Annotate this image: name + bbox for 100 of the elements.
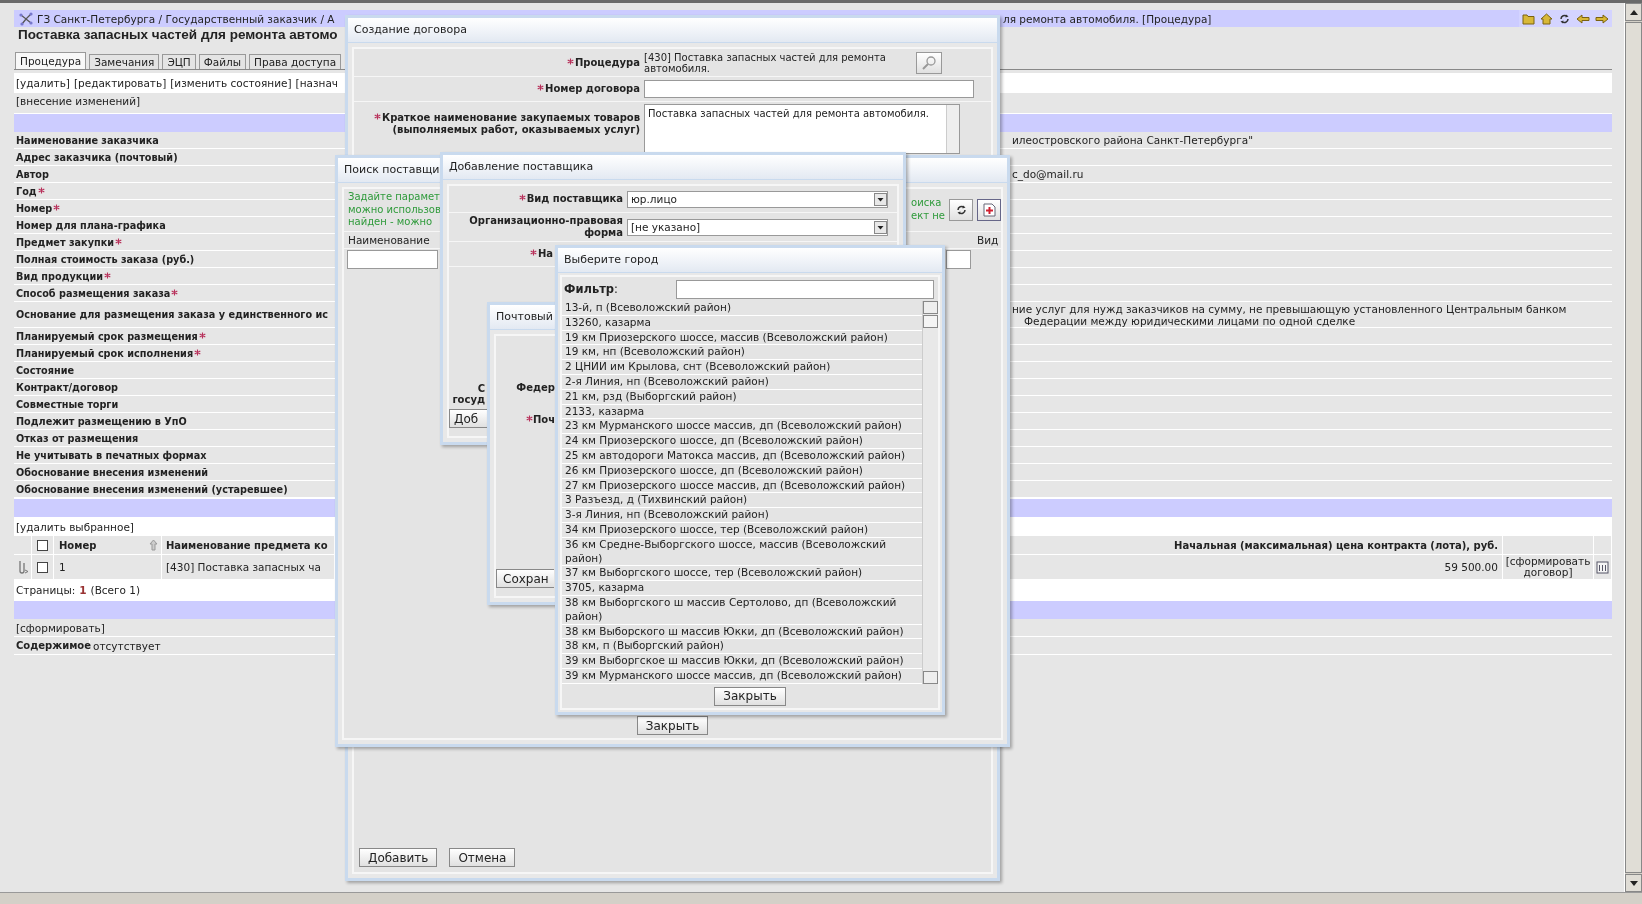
field-label: Автор [16,168,49,180]
dialog-title: Выберите город [564,252,659,268]
action-link[interactable]: [удалить] [16,76,70,89]
field-label: Отказ от размещения [16,432,139,444]
column-header: Наименование [348,233,430,246]
dialog-title: Поиск поставщи [344,162,440,178]
field-label: Контракт/договор [16,381,118,393]
field-label: Содержимое [16,640,91,651]
folder-icon[interactable] [1522,12,1535,25]
document-icon[interactable] [1596,560,1609,574]
action-link[interactable]: [сформировать договор] [1503,556,1593,578]
search-button[interactable] [916,51,942,74]
hint-text: Задайте парамет можно использов найден - можно [348,191,441,229]
list-item[interactable]: 2 ЦНИИ им Крылова, снт (Всеволожский район) [562,360,922,375]
page-title: Поставка запасных частей для ремонта автомо [18,27,338,42]
dialog-button[interactable]: Отмена [449,848,516,867]
field-value: c_do@mail.ru [1012,168,1085,180]
column-header: Наименование предмета ко [166,539,328,551]
action-link[interactable]: [редактировать] [73,76,167,89]
field-label: Федер [516,382,555,393]
field-label: Способ размещения заказа [16,287,171,299]
field-label: Полная стоимость заказа (руб.) [16,253,195,265]
action-link[interactable]: [внесение изменений] [16,95,141,107]
table-cell: [430] Поставка запасных ча [166,561,321,573]
column-header[interactable]: Номер [59,539,97,551]
list-item[interactable]: 38 км Выборгского ш массив Сертолово, дп (Всеволожский район) [562,595,922,625]
scrollbar[interactable] [922,301,938,684]
checkbox[interactable] [37,561,48,573]
input-field[interactable] [644,80,974,98]
tab[interactable]: Файлы [198,54,247,69]
down-arrow-icon[interactable] [1629,880,1638,886]
dialog-button[interactable]: Добавить [359,848,438,867]
list-item[interactable]: 3 Разъезд, д (Тихвинский район) [562,493,922,509]
left-arrow-icon[interactable] [1576,12,1590,25]
field-label: С госуд [452,383,485,405]
network-icon [19,11,33,26]
dropdown[interactable]: [не указано] [627,218,888,236]
action-link[interactable]: [сформировать] [16,621,105,634]
tab[interactable]: Права доступа [249,54,342,69]
tab[interactable]: Процедура [15,52,87,69]
list-item[interactable]: 38 км Выборского ш массив Юкки, дп (Всеволожский район) [562,624,922,640]
column-header: Начальная (максимальная) цена контракта (лота), руб. [1174,539,1498,551]
right-arrow-icon[interactable] [1595,12,1609,25]
tab[interactable]: ЭЦП [162,54,196,69]
add-button[interactable]: Доб [449,409,487,428]
caret-icon [874,220,887,234]
list-item[interactable]: 26 км Приозерского шоссе, дп (Всеволожский район) [562,463,922,479]
field-label: Поч [532,414,555,425]
tab[interactable]: Замечания [89,54,160,69]
list-item[interactable]: 13-й, п (Всеволожский район) [562,301,922,316]
action-link[interactable]: [удалить выбранное] [16,520,134,533]
field-label: Обоснование внесения изменений [16,466,209,478]
list-item[interactable]: 2133, казарма [562,404,922,420]
field-label: Предмет закупки [16,236,115,248]
field-label: Наименование заказчика [16,134,159,146]
close-button[interactable]: Закрыть [636,716,709,735]
field-label: Планируемый срок исполнения [16,347,194,359]
refresh-icon[interactable] [1558,12,1571,25]
field-label: Вид продукции [16,270,104,282]
action-link[interactable]: [изменить состояние] [170,76,292,89]
up-arrow-icon[interactable] [1629,9,1638,15]
list-item[interactable]: 19 км Приозерского шоссе, массив (Всеволожский район) [562,330,922,346]
list-item[interactable]: 25 км автодороги Матокса массив, дп (Всеволожский район) [562,448,922,464]
add-button[interactable] [977,198,1001,221]
list-item[interactable]: 3705, казарма [562,581,922,596]
checkbox[interactable] [37,539,48,551]
filter-field[interactable] [676,279,934,299]
field-label: Краткое наименование закупаемых товаров (выполняемых работ, оказываемых услуг) [382,112,640,136]
caret-icon [874,192,887,206]
input-field[interactable] [946,250,971,269]
dropdown[interactable]: юр.лицо [627,190,888,208]
list-item[interactable]: 38 км, п (Выборгский район) [562,639,922,655]
list-item[interactable]: 36 км Средне-Выборгского шоссе, массив (Всеволожский район) [562,537,922,567]
list-item[interactable]: 19 км, нп (Всеволожский район) [562,345,922,361]
list-item[interactable]: 23 км Мурманского шоссе массив, дп (Всеволожский район) [562,419,922,435]
field-label: Номер договора [545,83,640,95]
field-label: Обоснование внесения изменений (устаревшее) [16,483,288,495]
page-link[interactable]: 1 [79,584,87,596]
list-item[interactable]: 27 км Приозерского шоссе массив, дп (Всеволожский район) [562,478,922,494]
list-item[interactable]: 34 км Приозерского шоссе, тер (Всеволожский район) [562,522,922,538]
refresh-icon [954,203,968,216]
dialog-title: Добавление поставщика [449,159,594,175]
list-item[interactable]: 24 км Приозерского шоссе, дп (Всеволожский район) [562,434,922,449]
list-item[interactable]: 13260, казарма [562,315,922,331]
refresh-button[interactable] [949,198,973,221]
action-link[interactable]: [назнач [295,76,339,89]
field-label: Не учитывать в печатных формах [16,449,207,461]
list-item[interactable]: 2-я Линия, нп (Всеволожский район) [562,375,922,390]
list-item[interactable]: 21 км, рзд (Выборгский район) [562,389,922,405]
list-item[interactable]: 3-я Линия, нп (Всеволожский район) [562,508,922,523]
text-area[interactable]: Поставка запасных частей для ремонта автомобиля. [644,104,960,154]
home-icon[interactable] [1540,12,1553,25]
list-item[interactable]: 39 км Мурманского шоссе массив, дп (Всеволожский район) [562,668,922,684]
list-item[interactable]: 37 км Выборгского шоссе, тер (Всеволожский район) [562,566,922,582]
save-button[interactable]: Сохран [496,569,554,588]
input-field[interactable] [347,250,438,269]
hint-text: оиска ект не [911,197,945,223]
field-value: отсутствует [92,639,161,652]
list-item[interactable]: 39 км Выборгское ш массив Юкки, дп (Всеволожский район) [562,654,922,669]
close-button[interactable]: Закрыть [714,686,786,706]
